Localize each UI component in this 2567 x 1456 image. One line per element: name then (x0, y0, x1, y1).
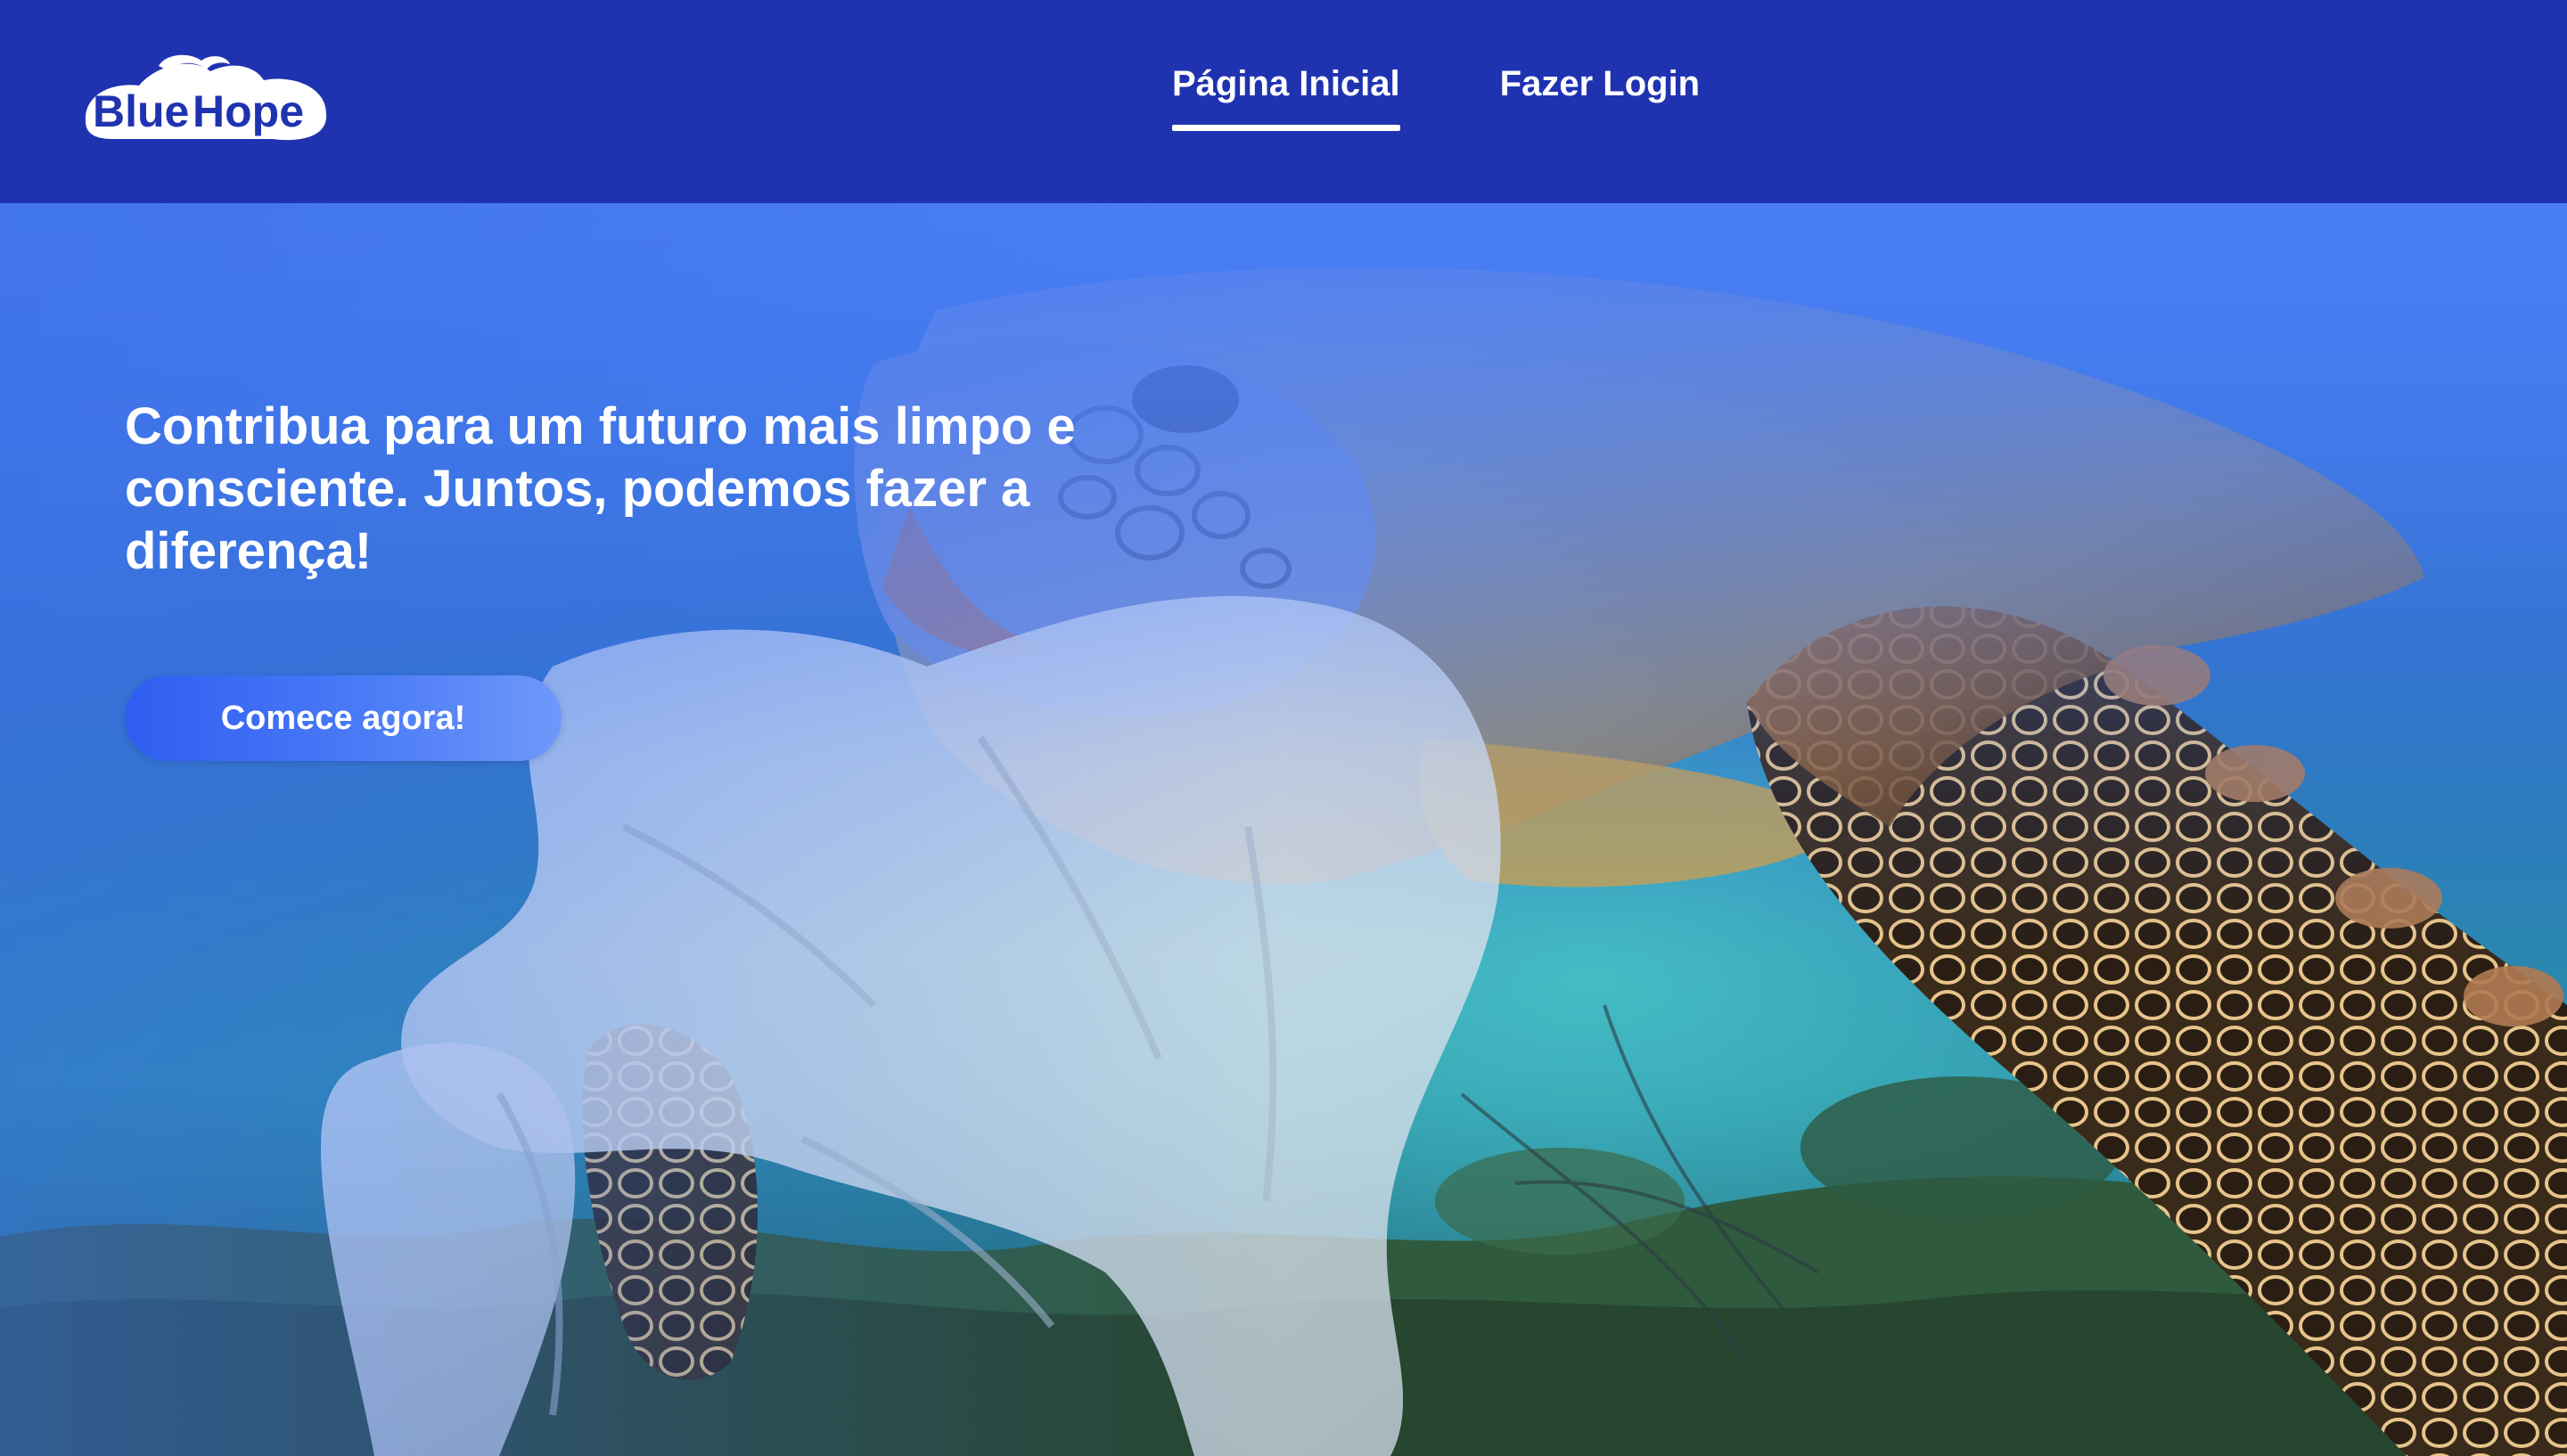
nav-link-login[interactable]: Fazer Login (1500, 64, 1700, 131)
logo-text-blue: Blue (93, 86, 189, 136)
hero-background-image (0, 203, 2567, 1456)
main-nav: Página Inicial Fazer Login (1172, 64, 1700, 131)
get-started-button[interactable]: Comece agora! (125, 675, 562, 761)
blue-hope-logo[interactable]: Blue Hope (77, 50, 332, 146)
logo-text-hope: Hope (193, 86, 304, 136)
nav-link-home[interactable]: Página Inicial (1172, 64, 1400, 131)
hero-section: Contribua para um futuro mais limpo e co… (0, 203, 2567, 1456)
top-navbar: Blue Hope Página Inicial Fazer Login (0, 0, 2567, 203)
hero-title: Contribua para um futuro mais limpo e co… (125, 397, 1076, 580)
